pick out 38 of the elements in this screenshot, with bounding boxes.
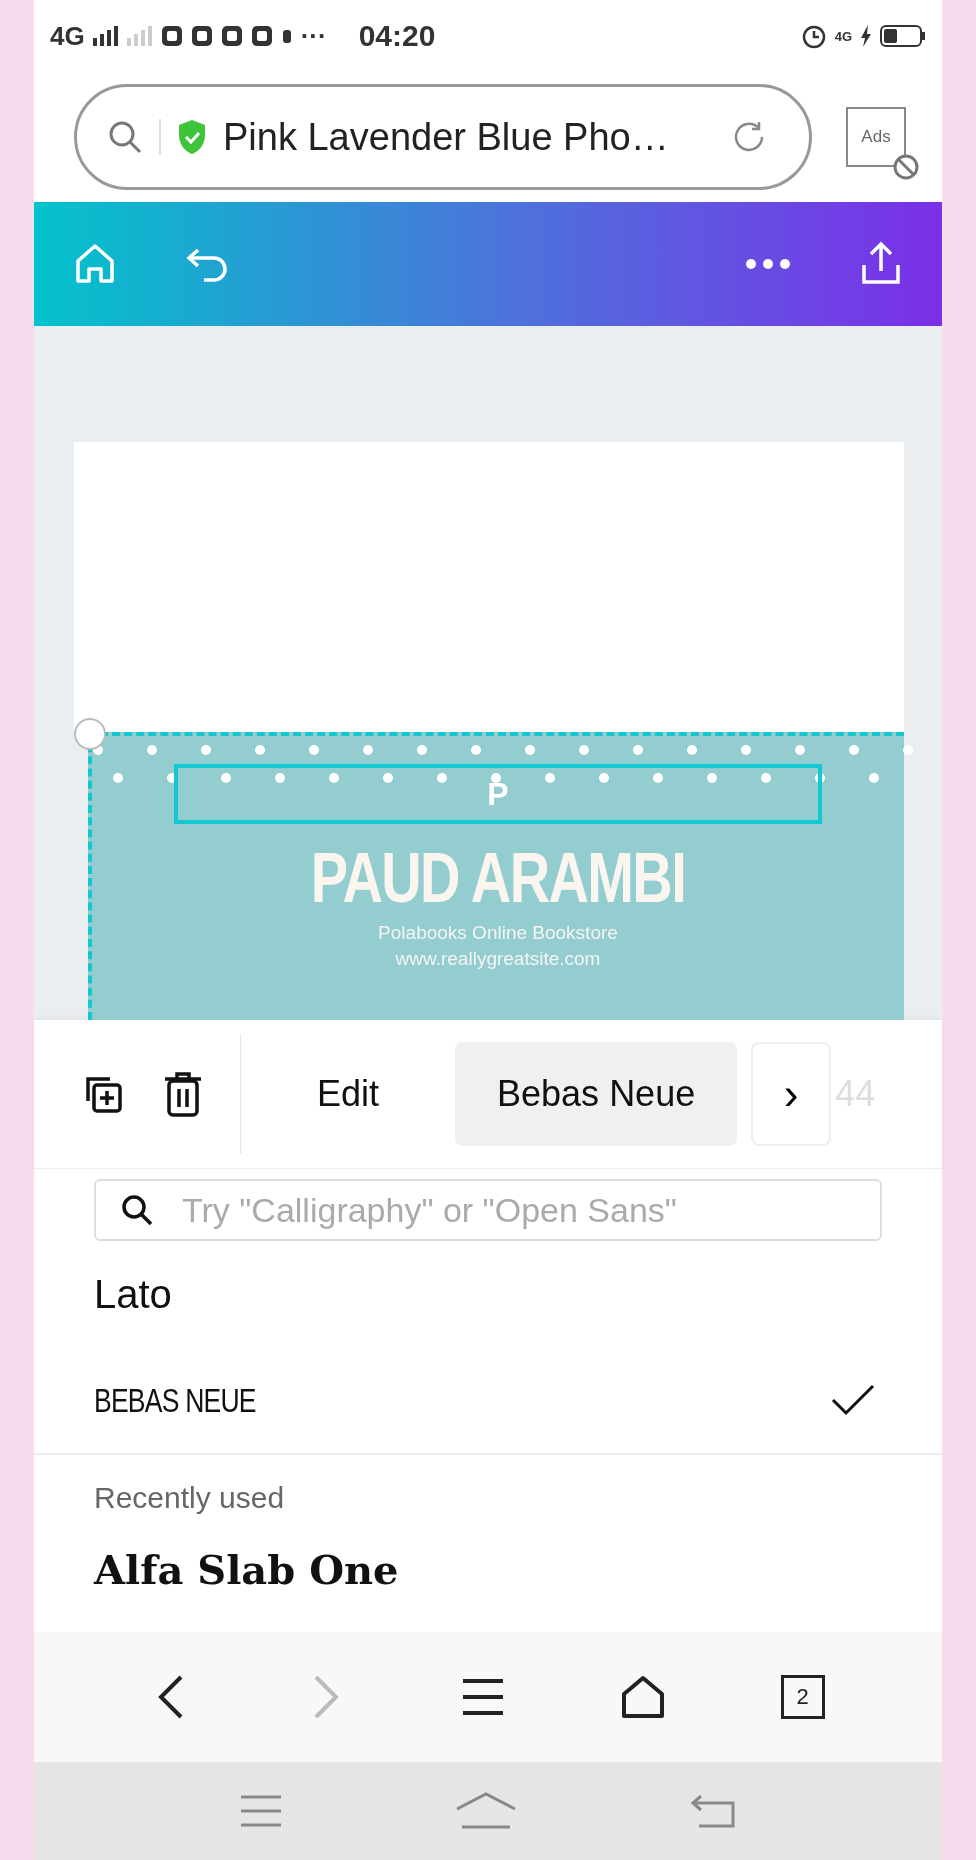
font-name: Alfa Slab One bbox=[94, 1545, 399, 1593]
more-notifications-label: ··· bbox=[300, 20, 327, 52]
section-heading: Recently used bbox=[93, 1480, 286, 1516]
font-search-field[interactable]: Try "Calligraphy" or "Open Sans" bbox=[94, 1179, 882, 1241]
network-label: 4G bbox=[50, 20, 85, 52]
design-subtitle: Polabooks Online Bookstore bbox=[378, 922, 618, 944]
font-name: BEBAS NEUE bbox=[94, 1380, 256, 1420]
home-icon[interactable] bbox=[619, 1674, 666, 1720]
charging-icon bbox=[860, 25, 872, 47]
page-title: Pink Lavender Blue Pho… bbox=[223, 115, 670, 159]
signal-icon bbox=[92, 26, 119, 46]
clock-time: 04:20 bbox=[358, 19, 436, 53]
notification-icon bbox=[250, 25, 273, 47]
design-title: PAUD ARAMBI bbox=[310, 838, 686, 918]
data-label: 4G bbox=[834, 28, 852, 44]
next-button[interactable]: › bbox=[751, 1042, 832, 1146]
font-name: Lato bbox=[94, 1271, 172, 1317]
battery-icon bbox=[880, 25, 926, 47]
design-website: www.reallygreatsite.com bbox=[395, 948, 601, 970]
font-option[interactable]: BEBAS NEUE bbox=[34, 1347, 942, 1453]
block-icon bbox=[892, 153, 920, 181]
search-icon bbox=[107, 119, 143, 155]
font-option[interactable]: Alfa Slab One bbox=[34, 1529, 942, 1609]
font-option[interactable]: Lato bbox=[34, 1241, 942, 1347]
notification-icon bbox=[190, 25, 213, 47]
notification-icon bbox=[220, 25, 243, 47]
heading-letter: P bbox=[487, 775, 509, 813]
menu-icon[interactable] bbox=[461, 1677, 505, 1717]
tabs-button[interactable]: 2 bbox=[780, 1675, 825, 1719]
search-icon bbox=[120, 1193, 154, 1227]
toolbar-button[interactable]: Bebas Neue bbox=[455, 1042, 738, 1146]
ad-block-button[interactable]: Ads bbox=[846, 107, 906, 167]
more-icon[interactable] bbox=[744, 257, 792, 271]
notification-icon bbox=[160, 25, 183, 47]
signal-icon bbox=[126, 26, 153, 46]
address-bar[interactable]: Pink Lavender Blue Pho… bbox=[74, 84, 812, 190]
alarm-icon bbox=[800, 23, 827, 49]
shield-check-icon bbox=[177, 119, 207, 155]
